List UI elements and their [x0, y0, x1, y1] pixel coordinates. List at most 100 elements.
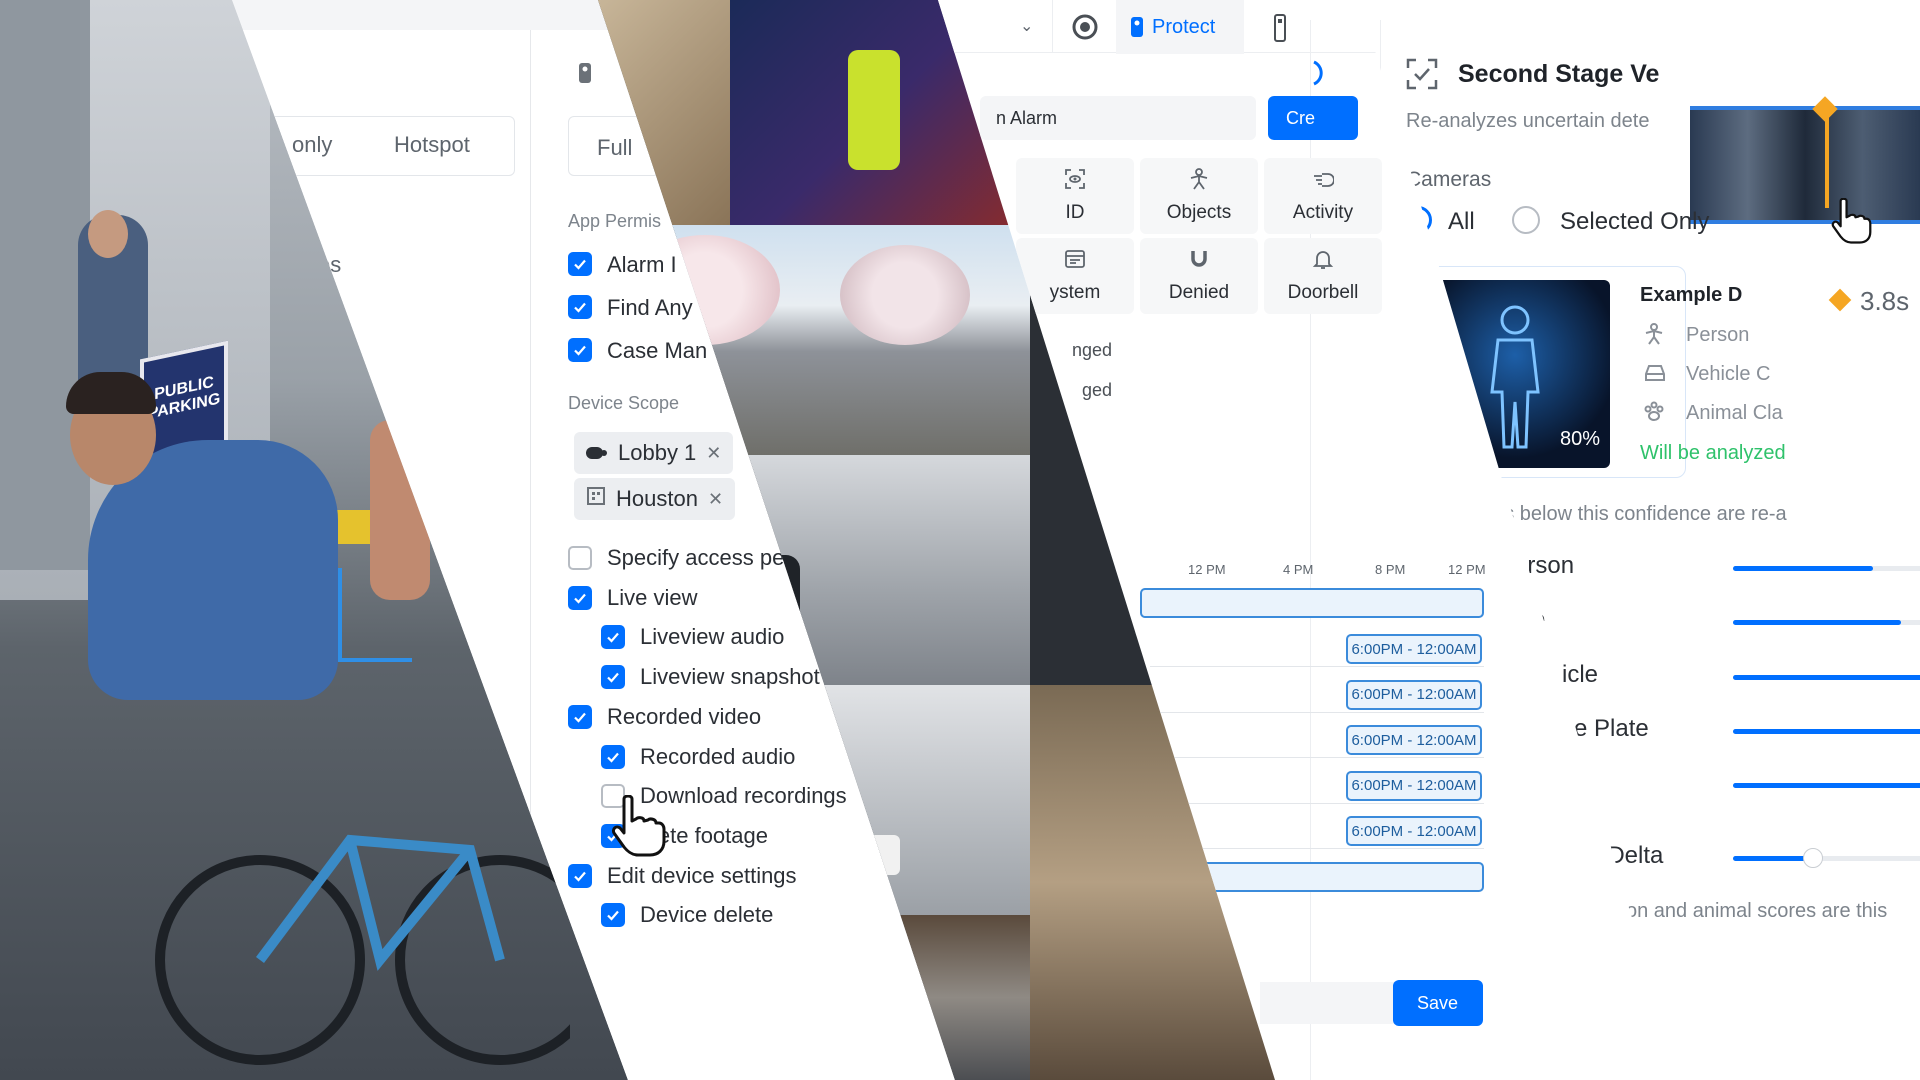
checkbox-checked[interactable] — [601, 625, 625, 650]
checkbox-checked[interactable] — [568, 338, 592, 362]
schedule-chip[interactable]: 6:00PM - 12:00AM — [1346, 679, 1482, 710]
permission-label: Device delete — [640, 902, 774, 928]
loading-spinner-icon — [1313, 60, 1323, 86]
example-note: Will be analyzed — [1640, 442, 1786, 464]
person-icon — [1645, 323, 1663, 345]
create-button-label: Cre — [1286, 108, 1316, 128]
trigger-tile[interactable]: Objects — [1140, 158, 1258, 234]
car-icon — [1645, 365, 1665, 381]
trigger-tile[interactable]: Activity — [1264, 158, 1382, 234]
thumbnail-strip[interactable] — [1690, 106, 1920, 224]
slider-fill — [1733, 783, 1920, 788]
schedule-chip[interactable]: 6:00PM - 12:00AM — [1346, 770, 1482, 801]
close-icon[interactable]: ✕ — [706, 443, 721, 464]
save-button[interactable]: Save — [1393, 980, 1483, 1026]
chevron-down-icon[interactable]: ⌄ — [1020, 16, 1033, 36]
schedule-bar-full[interactable] — [1140, 588, 1484, 618]
footer-note: on and animal scores are this — [1626, 900, 1888, 922]
device-icon[interactable] — [1274, 14, 1286, 42]
checkbox-checked[interactable] — [568, 585, 592, 610]
person-hologram — [1490, 305, 1540, 449]
page-subtitle: Re-analyzes uncertain dete — [1406, 110, 1650, 132]
mode-tab-hotspot[interactable]: Hotspot — [394, 132, 470, 158]
slider-label: icle — [1562, 661, 1599, 688]
device-icon — [578, 62, 592, 89]
slider-fill — [1733, 675, 1920, 680]
pedestrian-head — [88, 210, 128, 258]
app-permissions-title: App Permis — [568, 211, 662, 231]
motion-icon — [1312, 168, 1335, 196]
hand-cursor-icon — [1831, 198, 1872, 244]
slider-fill — [1733, 729, 1920, 734]
radio-all-label: All — [1448, 208, 1475, 235]
schedule-chip[interactable]: 6:00PM - 12:00AM — [1346, 634, 1482, 664]
checkbox-checked[interactable] — [601, 903, 625, 928]
app-permission-label: Case Man — [607, 338, 708, 363]
schedule-row-divider — [1150, 802, 1484, 804]
protect-icon — [1131, 17, 1143, 37]
marker-time: 3.8s — [1860, 286, 1910, 316]
mode-tab-only[interactable]: only — [292, 132, 332, 158]
checkbox-checked[interactable] — [601, 744, 625, 769]
checkbox-unchecked[interactable] — [568, 546, 592, 570]
record-icon[interactable] — [1072, 14, 1098, 40]
hand-cursor-icon — [612, 795, 666, 857]
close-icon[interactable]: ✕ — [708, 489, 723, 510]
trigger-tile-label: Activity — [1292, 202, 1354, 223]
person-icon — [1188, 168, 1210, 196]
cameras-label: Cameras — [1406, 168, 1492, 191]
schedule-row-divider — [1150, 666, 1484, 667]
timeline-tick: 4 PM — [1283, 562, 1314, 577]
checkbox-checked[interactable] — [568, 295, 592, 319]
checkbox-checked[interactable] — [568, 863, 592, 888]
paw-icon — [1644, 401, 1664, 421]
magnet-icon — [1188, 248, 1210, 276]
scope-chip-label: Lobby 1 — [618, 440, 697, 465]
save-button-label: Save — [1417, 993, 1459, 1013]
checkbox-checked[interactable] — [568, 252, 592, 276]
slider-fill — [1733, 856, 1813, 861]
trigger-tile[interactable]: Doorbell — [1264, 238, 1382, 314]
cyclist-hair — [66, 372, 156, 414]
camera-icon — [586, 440, 608, 466]
permission-label: Specify access pe — [607, 545, 785, 570]
trigger-tile[interactable]: ID — [1016, 158, 1134, 234]
slider-handle[interactable] — [1803, 848, 1823, 868]
create-button[interactable]: Cre — [1268, 96, 1358, 140]
radio-selected-only-label: Selected Only — [1560, 208, 1710, 235]
trigger-tile[interactable]: ystem — [1016, 238, 1134, 314]
status-line: nged — [1072, 340, 1113, 360]
tab-protect[interactable]: Protect — [1116, 0, 1244, 54]
page-title: Second Stage Ve — [1458, 60, 1660, 88]
permission-label: Liveview snapshot — [640, 664, 820, 690]
example-confidence: 80% — [1560, 428, 1601, 450]
slider-fill — [1733, 566, 1873, 571]
parking-sign-text: PUBLIC PARKING — [147, 373, 221, 423]
bicycle — [155, 834, 570, 1065]
trigger-tile-label: Doorbell — [1287, 282, 1359, 303]
alarm-name-value: n Alarm — [996, 108, 1058, 128]
worker-vest — [848, 50, 900, 170]
bell-icon — [1312, 248, 1334, 276]
scope-chip[interactable]: Lobby 1 ✕ — [574, 432, 734, 474]
radio-selected-only[interactable] — [1512, 206, 1540, 234]
schedule-row-divider — [1150, 757, 1484, 758]
permission-label: Download recordings — [640, 783, 847, 809]
trigger-tile[interactable]: Denied — [1140, 238, 1258, 314]
schedule-chip[interactable]: 6:00PM - 12:00AM — [1346, 725, 1482, 755]
alarm-name-input[interactable]: n Alarm — [980, 96, 1256, 140]
timeline-tick: 12 PM — [1188, 562, 1226, 577]
example-item: Vehicle C — [1686, 363, 1771, 385]
slider-fill — [1733, 620, 1901, 625]
checkbox-checked[interactable] — [601, 665, 625, 690]
trigger-tile-label: ystem — [1049, 282, 1101, 303]
example-item: Animal Cla — [1686, 402, 1783, 424]
schedule-row-divider — [1150, 711, 1484, 713]
checkbox-checked[interactable] — [568, 704, 592, 729]
scope-chip[interactable]: Houston ✕ — [574, 478, 736, 520]
example-title: Example D — [1640, 284, 1743, 306]
schedule-chip[interactable]: 6:00PM - 12:00AM — [1346, 816, 1482, 846]
divider — [1052, 0, 1053, 52]
tab-protect-label: Protect — [1152, 15, 1216, 38]
app-permission-label: Alarm I — [607, 252, 677, 277]
